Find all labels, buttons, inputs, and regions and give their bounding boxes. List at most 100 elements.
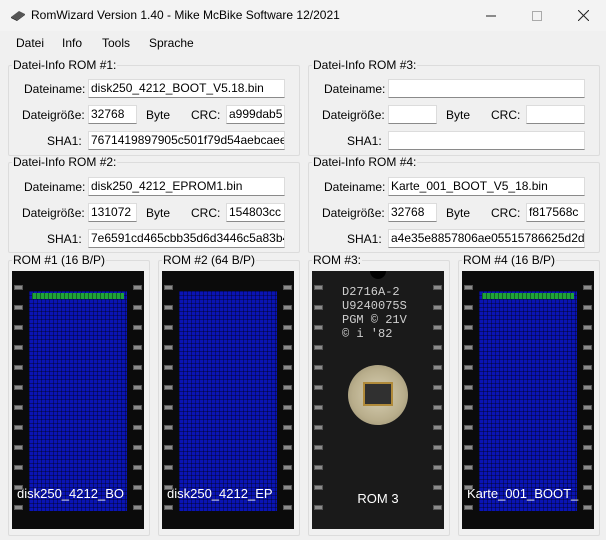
- chip-pin: [314, 285, 323, 290]
- chip-pin: [283, 445, 292, 450]
- chip-pin: [583, 325, 592, 330]
- app-icon: [11, 11, 25, 21]
- chip-pin: [133, 505, 142, 510]
- rom3-filesize-field[interactable]: [388, 105, 437, 124]
- chip-pin: [283, 285, 292, 290]
- rom3-chip-caption: ROM 3: [357, 491, 399, 506]
- minimize-button[interactable]: [468, 0, 514, 31]
- rom4-data-map: [479, 291, 577, 511]
- rom2-chip-caption: disk250_4212_EP: [167, 486, 273, 501]
- chip-pin: [433, 385, 442, 390]
- chip-pin: [164, 405, 173, 410]
- chip-pin: [464, 405, 473, 410]
- rom1-filesize-field[interactable]: 32768: [88, 105, 137, 124]
- rom4-filename-field[interactable]: Karte_001_BOOT_V5_18.bin: [388, 177, 585, 196]
- rom4-filesize-label: Dateigröße:: [322, 206, 385, 220]
- chip-pin: [433, 425, 442, 430]
- rom3-filename-field[interactable]: [388, 79, 585, 98]
- chip-pin: [14, 425, 23, 430]
- rom1-data-map: [29, 291, 127, 511]
- chip-pin: [464, 425, 473, 430]
- chip-pin: [433, 325, 442, 330]
- chip-pin: [164, 465, 173, 470]
- rom2-crc-field[interactable]: 154803cc: [226, 203, 285, 222]
- chip-pin: [164, 505, 173, 510]
- rom3-filesize-label: Dateigröße:: [322, 108, 385, 122]
- rom3-sha1-field[interactable]: [388, 131, 585, 150]
- rom4-filename-label: Dateiname:: [324, 180, 386, 194]
- chip-pin: [433, 465, 442, 470]
- chip-pin: [164, 445, 173, 450]
- rom2-filesize-field[interactable]: 131072: [88, 203, 137, 222]
- rom4-crc-label: CRC:: [491, 206, 521, 220]
- chip-pin: [283, 505, 292, 510]
- chip-pin: [314, 485, 323, 490]
- rom4-chip-caption: Karte_001_BOOT_: [467, 486, 579, 501]
- maximize-button[interactable]: [514, 0, 560, 31]
- chip-pin: [133, 285, 142, 290]
- chip-pin: [283, 365, 292, 370]
- chip-pin: [283, 405, 292, 410]
- rom4-sha1-field[interactable]: a4e35e8857806ae05515786625d2df06: [388, 229, 585, 248]
- close-icon: [577, 10, 589, 21]
- menu-sprache[interactable]: Sprache: [149, 36, 194, 50]
- chip-pin: [464, 365, 473, 370]
- chip-pin: [283, 485, 292, 490]
- chip-pin: [133, 425, 142, 430]
- menu-datei[interactable]: Datei: [16, 36, 44, 50]
- rom3-sha1-label: SHA1:: [347, 134, 382, 148]
- rom3-info-legend: Datei-Info ROM #3:: [313, 58, 417, 72]
- chip-pin: [133, 325, 142, 330]
- chip-pin: [133, 305, 142, 310]
- chip-pin: [133, 385, 142, 390]
- chip-pin: [314, 505, 323, 510]
- rom4-filesize-field[interactable]: 32768: [388, 203, 437, 222]
- chip-pin: [133, 445, 142, 450]
- rom2-chip-image[interactable]: disk250_4212_EP: [162, 271, 294, 529]
- chip-pin: [14, 445, 23, 450]
- rom1-sha1-field[interactable]: 7671419897905c501f79d54aebcaee21e: [88, 131, 285, 150]
- menu-info[interactable]: Info: [62, 36, 82, 50]
- rom3-crc-field[interactable]: [526, 105, 585, 124]
- chip-pin: [164, 305, 173, 310]
- close-button[interactable]: [560, 0, 606, 31]
- rom2-filename-label: Dateiname:: [24, 180, 86, 194]
- chip-pin: [14, 405, 23, 410]
- chip-pin: [164, 485, 173, 490]
- chip-pin: [433, 445, 442, 450]
- chip-marking-line: D2716A-2: [342, 285, 400, 299]
- rom2-filesize-label: Dateigröße:: [22, 206, 85, 220]
- rom2-view-legend: ROM #2 (64 B/P): [163, 253, 256, 267]
- rom2-sha1-field[interactable]: 7e6591cd465cbb35d6d3446c5a83b46d: [88, 229, 285, 248]
- rom3-chip-notch: [370, 271, 386, 279]
- rom2-filename-field[interactable]: disk250_4212_EPROM1.bin: [88, 177, 285, 196]
- chip-pin: [464, 505, 473, 510]
- chip-pin: [283, 425, 292, 430]
- chip-pin: [583, 305, 592, 310]
- rom1-sha1-label: SHA1:: [47, 134, 82, 148]
- menu-tools[interactable]: Tools: [102, 36, 130, 50]
- chip-pin: [314, 325, 323, 330]
- chip-pin: [283, 305, 292, 310]
- chip-pin: [464, 485, 473, 490]
- rom3-filename-label: Dateiname:: [324, 82, 386, 96]
- menu-bar: [0, 31, 606, 55]
- rom1-filename-field[interactable]: disk250_4212_BOOT_V5.18.bin: [88, 79, 285, 98]
- chip-pin: [314, 305, 323, 310]
- chip-pin: [14, 505, 23, 510]
- rom2-info-legend: Datei-Info ROM #2:: [13, 155, 117, 169]
- chip-pin: [433, 405, 442, 410]
- rom1-filename-label: Dateiname:: [24, 82, 86, 96]
- rom1-chip-image[interactable]: disk250_4212_BO: [12, 271, 144, 529]
- chip-pin: [164, 285, 173, 290]
- chip-marking-line: PGM © 21V: [342, 313, 407, 327]
- rom1-crc-field[interactable]: a999dab5: [226, 105, 285, 124]
- chip-pin: [464, 445, 473, 450]
- window-title: RomWizard Version 1.40 - Mike McBike Sof…: [31, 8, 340, 22]
- chip-pin: [433, 365, 442, 370]
- rom4-crc-field[interactable]: f817568c: [526, 203, 585, 222]
- maximize-icon: [532, 10, 542, 21]
- chip-marking-line: © i '82: [342, 327, 393, 341]
- rom4-chip-image[interactable]: Karte_001_BOOT_: [462, 271, 594, 529]
- rom3-chip-image[interactable]: D2716A-2 U9240075S PGM © 21V © i '82 ROM…: [312, 271, 444, 529]
